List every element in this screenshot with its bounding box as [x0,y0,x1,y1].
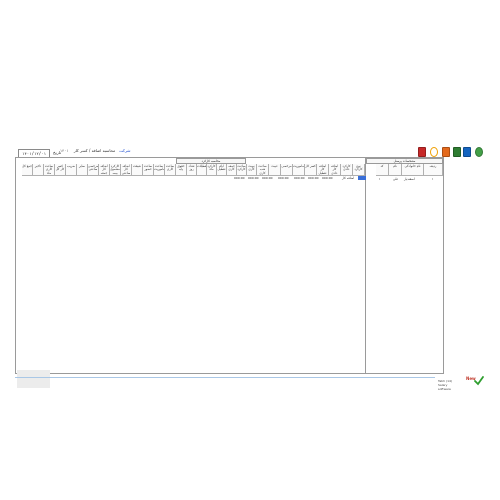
calc-col-header[interactable]: اضافه کار ساعتی [121,164,132,176]
status-bar [15,370,484,390]
calc-col-header[interactable]: نوع کارکرد [353,164,365,176]
calc-col-header[interactable]: ساعت کاری [165,164,176,176]
calc-col-header[interactable]: کسر کار [305,164,317,176]
calc-col-header[interactable]: کارکرد ماه [207,164,217,176]
calc-col-header[interactable]: غیبت [269,164,281,176]
status-divider [15,377,435,378]
calc-col-header[interactable]: کارکرد مشمول بیمه [110,164,121,176]
table-icon[interactable] [442,147,450,157]
calc-col-header[interactable]: ماموریت [293,164,305,176]
check-icon[interactable] [474,376,484,386]
breadcrumb: ۱۴۰۱ شرکت محاسبه اضافه / کسر کار [60,148,131,153]
calc-col-header[interactable]: اضافه کار جمعه [99,164,110,176]
col-first-name[interactable]: نام [389,164,402,176]
calc-col-header[interactable]: سایر [77,164,88,176]
cell-value-7: 000:00 [234,176,245,180]
cell-value-6: 000:00 [248,176,259,180]
calc-col-header[interactable]: ساعت حضور [143,164,154,176]
personnel-pane: مشخصات پرسنل ردیف نام خانوادگی نام کد ۱ … [365,157,444,374]
cell-work-type: اضافه کار [342,176,355,180]
calc-col-header[interactable]: جمع کل [22,164,33,176]
calc-col-header[interactable]: کارکرد عادی [341,164,353,176]
refresh-icon[interactable] [475,147,483,157]
cell-first-name: علی [393,177,399,181]
company-link[interactable]: شرکت [119,148,130,153]
calc-col-header[interactable]: مرخصی ساعتی [88,164,99,176]
cell-value-1: 000:00 [322,176,333,180]
selected-cell[interactable] [358,176,366,180]
chart-icon[interactable] [463,147,471,157]
app-logo: Tabh (14) Salary software [438,379,460,392]
cell-row-number: ۱ [432,177,434,181]
calc-col-header[interactable]: ضریب [66,164,77,176]
calculation-pane: محاسبه کارکرد نوع کارکرد کارکرد عادی اضافه… [15,157,366,374]
color-icon[interactable] [453,147,461,157]
logo-line-2: Salary software [438,383,451,391]
calc-col-header[interactable]: شیفت [132,164,143,176]
cell-value-3: 000:00 [294,176,305,180]
cell-value-2: 000:00 [308,176,319,180]
cell-value-5: 000:00 [262,176,273,180]
clock-icon[interactable] [430,147,438,157]
col-row-number[interactable]: ردیف [424,164,443,176]
col-code[interactable]: کد [376,164,389,176]
calc-col-header[interactable]: جمعه کاری [227,164,237,176]
calc-col-header[interactable]: تعداد روز [187,164,197,176]
calc-col-header[interactable]: ساعت شب کاری [257,164,269,176]
calc-col-header[interactable]: ایام تعطیل [217,164,227,176]
calc-col-header[interactable]: مرخصی [281,164,293,176]
cell-last-name: اسفندیار [404,177,415,181]
status-panel [17,370,50,388]
calc-col-header[interactable]: اضافه کار تعطیل [317,164,329,176]
calc-col-header[interactable]: حقوق پایه [176,164,187,176]
year-code: ۱۴۰۱ [60,148,69,153]
cell-value-4: 000:00 [278,176,289,180]
calc-col-header[interactable]: تعطیلات [197,164,207,176]
calc-col-header[interactable]: کسر کار کل [55,164,66,176]
report-icon[interactable] [418,147,426,157]
calc-col-header[interactable]: ساعت کارکرد [237,164,247,176]
calc-col-header[interactable]: تاخیر [33,164,44,176]
calc-col-header[interactable]: ساعت ماموریت [154,164,165,176]
calc-col-header[interactable]: ساعت کاری ماه [44,164,55,176]
page-title: محاسبه اضافه / کسر کار [73,148,116,153]
col-last-name[interactable]: نام خانوادگی [402,164,424,176]
cell-code: ۱ [379,177,381,181]
calc-col-header[interactable]: نوبت کاری [247,164,257,176]
calc-col-header[interactable]: اضافه کار عادی [329,164,341,176]
